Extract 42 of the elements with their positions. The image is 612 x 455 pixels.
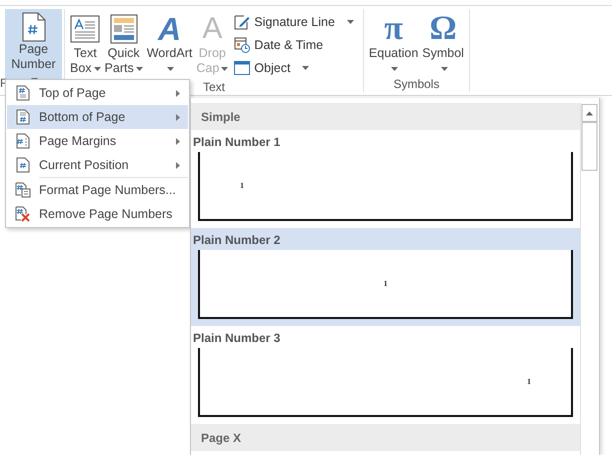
page-number-margin-icon xyxy=(16,133,30,149)
signature-icon xyxy=(234,14,250,30)
gallery-heading: Simple xyxy=(191,103,580,130)
quick-parts-icon xyxy=(110,14,138,44)
pi-glyph: π xyxy=(384,12,403,46)
menu-item[interactable]: Top of Page xyxy=(7,81,188,105)
text-box-icon xyxy=(70,15,100,43)
remove-page-numbers-icon xyxy=(15,206,31,222)
quick-parts-button[interactable]: Quick Parts xyxy=(102,9,145,79)
menu-item[interactable]: Page Margins xyxy=(7,129,188,153)
menu-item[interactable]: Format Page Numbers... xyxy=(7,178,188,202)
gallery-item[interactable]: Plain Number 3 1 xyxy=(191,326,580,424)
object-button[interactable]: Object xyxy=(232,56,356,79)
calendar-clock-icon xyxy=(234,36,250,52)
page-preview: 1 xyxy=(198,348,574,417)
menu-item[interactable]: Bottom of Page xyxy=(7,105,188,129)
equation-button[interactable]: π Equation xyxy=(366,9,420,76)
omega-glyph: Ω xyxy=(430,12,457,46)
menu-item[interactable]: Current Position xyxy=(7,153,188,177)
group-label: Text xyxy=(202,80,225,94)
text-box-button[interactable]: Text Box xyxy=(68,9,103,79)
gallery-item[interactable]: Plain Number 1 1 xyxy=(191,130,580,228)
menu-item[interactable]: Remove Page Numbers xyxy=(7,202,188,226)
signature-button[interactable]: Signature Line xyxy=(232,10,356,33)
page-number-bottom-icon xyxy=(16,109,30,125)
wordart-glyph: A xyxy=(158,12,182,46)
gallery-item[interactable]: Plain Number 2 1 xyxy=(191,228,580,326)
drop-cap-glyph: A xyxy=(202,12,222,46)
object-icon xyxy=(234,60,250,74)
scrollbar[interactable] xyxy=(580,103,598,455)
page-number-top-icon xyxy=(16,85,30,101)
symbol-button[interactable]: Ω Symbol xyxy=(420,9,466,76)
gallery-heading: Page X xyxy=(191,424,580,451)
date-time-button[interactable]: Date & Time xyxy=(232,33,356,56)
page-number-icon xyxy=(16,157,30,173)
page-number-button[interactable]: Page Number xyxy=(5,9,62,80)
page-number-icon xyxy=(22,12,46,42)
page-preview: 1 xyxy=(198,152,574,221)
format-page-numbers-icon xyxy=(15,182,31,198)
wordart-button[interactable]: A WordArt xyxy=(144,9,194,79)
group-label: Symbols xyxy=(393,77,440,91)
page-preview: 1 xyxy=(198,250,574,319)
